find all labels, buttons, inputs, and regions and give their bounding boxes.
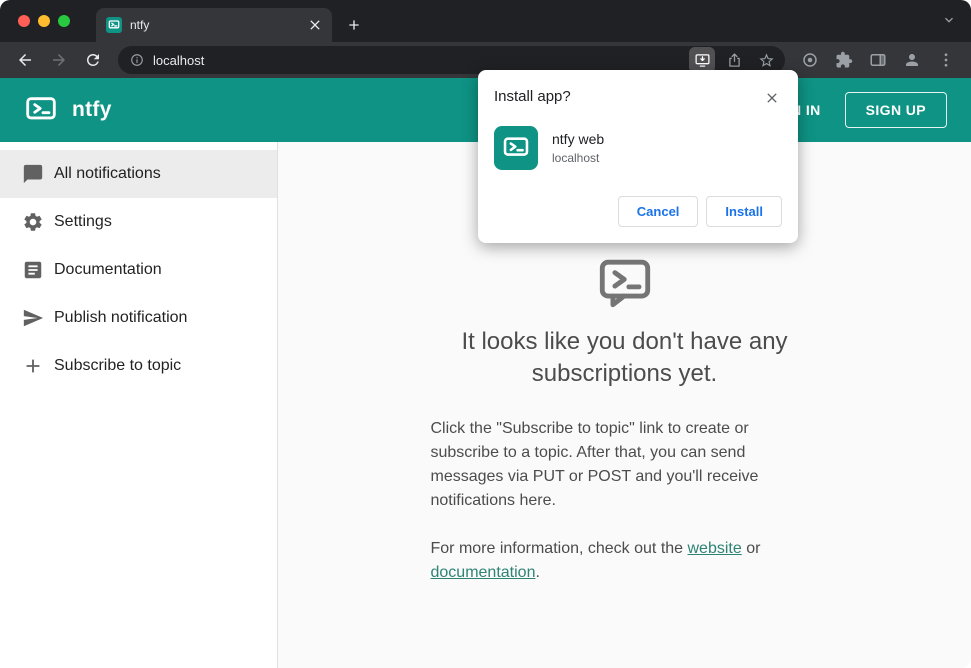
minimize-window-button[interactable] xyxy=(38,15,50,27)
site-info-icon[interactable] xyxy=(130,53,144,67)
tab-search-chevron-icon[interactable] xyxy=(941,12,957,28)
documentation-link[interactable]: documentation xyxy=(431,564,536,581)
more-info-suffix: . xyxy=(535,563,540,581)
sidebar-item-publish-notification[interactable]: Publish notification xyxy=(0,294,277,342)
url-text: localhost xyxy=(153,52,205,68)
more-info-middle: or xyxy=(741,539,761,557)
sidebar-item-label: All notifications xyxy=(54,165,161,182)
traffic-lights xyxy=(18,15,70,27)
ntfy-favicon-icon xyxy=(106,17,122,33)
browser-tab-ntfy[interactable]: ntfy xyxy=(96,8,332,42)
ntfy-empty-state-icon xyxy=(593,254,657,312)
sidebar-item-label: Subscribe to topic xyxy=(54,357,182,374)
ntfy-app-icon xyxy=(494,126,538,170)
send-icon xyxy=(22,307,44,329)
sign-up-button[interactable]: SIGN UP xyxy=(844,92,947,128)
install-app-dialog: Install app? ntfy web localhost Cancel I… xyxy=(478,70,798,243)
sidebar-item-subscribe-to-topic[interactable]: Subscribe to topic xyxy=(0,342,277,390)
side-panel-icon[interactable] xyxy=(863,45,893,75)
browser-menu-icon[interactable] xyxy=(931,45,961,75)
tab-title: ntfy xyxy=(130,18,150,32)
extension-icon[interactable] xyxy=(795,45,825,75)
install-button[interactable]: Install xyxy=(706,196,782,227)
sidebar-item-label: Publish notification xyxy=(54,309,188,326)
ntfy-logo-icon xyxy=(24,93,58,127)
sidebar: All notifications Settings Documentation… xyxy=(0,142,278,668)
install-app-name: ntfy web xyxy=(552,131,605,147)
forward-icon[interactable] xyxy=(44,45,74,75)
extensions-puzzle-icon[interactable] xyxy=(829,45,859,75)
sidebar-item-all-notifications[interactable]: All notifications xyxy=(0,150,277,198)
empty-state-heading: It looks like you don't have any subscri… xyxy=(461,328,788,388)
empty-state-more: For more information, check out the webs… xyxy=(431,537,783,585)
cancel-button[interactable]: Cancel xyxy=(617,196,699,227)
website-link[interactable]: website xyxy=(688,540,742,557)
dialog-close-icon[interactable] xyxy=(762,88,782,108)
new-tab-button[interactable] xyxy=(340,11,368,39)
brand-name: ntfy xyxy=(72,98,112,121)
sidebar-item-documentation[interactable]: Documentation xyxy=(0,246,277,294)
back-icon[interactable] xyxy=(10,45,40,75)
browser-window: ntfy localhost ntfy IN SIGN UP All notif… xyxy=(0,0,971,668)
reload-icon[interactable] xyxy=(78,45,108,75)
tab-strip: ntfy xyxy=(0,0,971,42)
sidebar-item-label: Documentation xyxy=(54,261,162,278)
sidebar-item-settings[interactable]: Settings xyxy=(0,198,277,246)
chat-bubble-icon xyxy=(22,163,44,185)
profile-avatar-icon[interactable] xyxy=(897,45,927,75)
plus-icon xyxy=(22,355,44,377)
install-dialog-title: Install app? xyxy=(494,88,571,105)
more-info-prefix: For more information, check out the xyxy=(430,539,688,557)
sidebar-item-label: Settings xyxy=(54,213,112,230)
install-app-origin: localhost xyxy=(552,151,600,165)
maximize-window-button[interactable] xyxy=(58,15,70,27)
document-icon xyxy=(22,259,44,281)
tab-close-icon[interactable] xyxy=(306,16,324,34)
empty-state-body: Click the "Subscribe to topic" link to c… xyxy=(430,419,759,509)
close-window-button[interactable] xyxy=(18,15,30,27)
gear-icon xyxy=(22,211,44,233)
